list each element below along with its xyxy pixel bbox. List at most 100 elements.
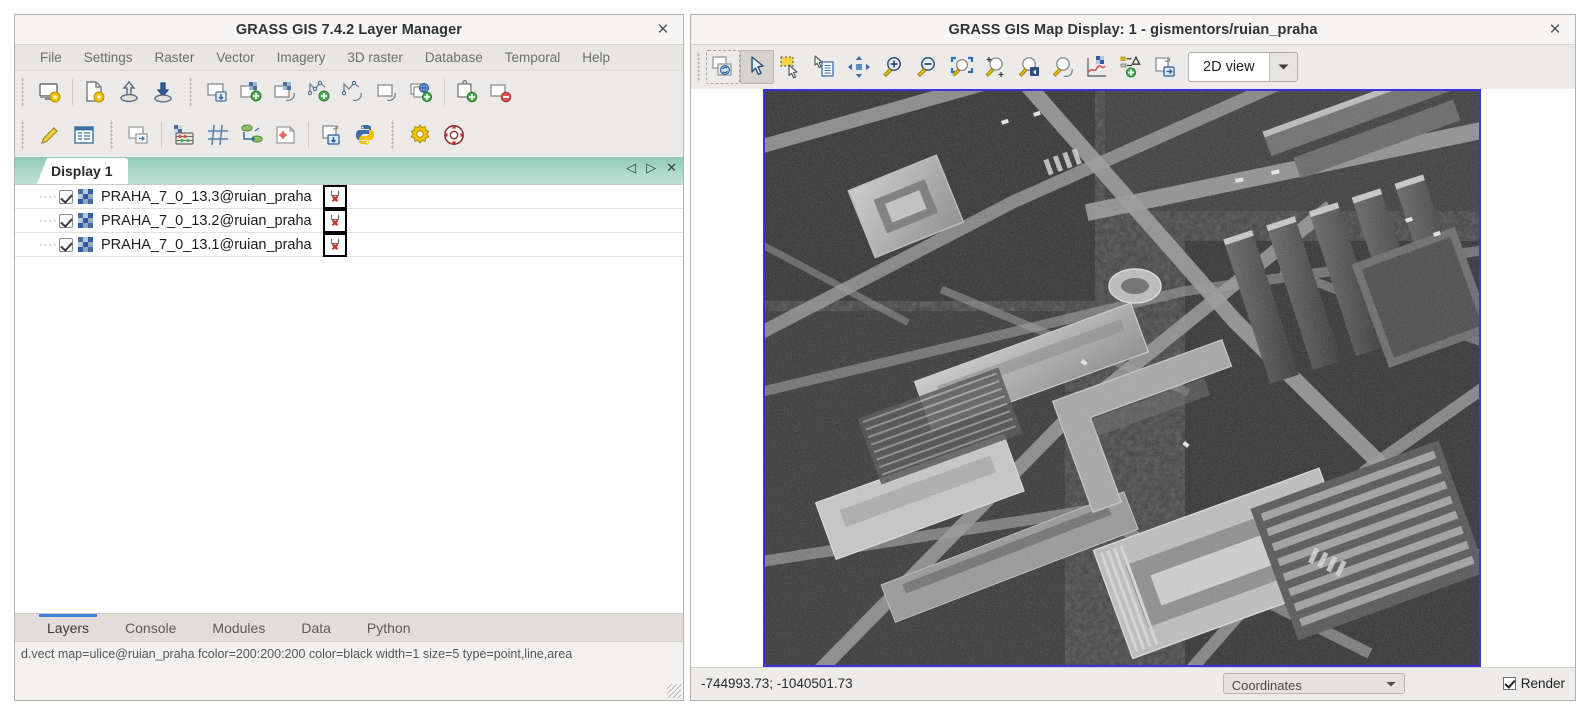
coordinates-readout: -744993.73; -1040501.73 bbox=[701, 676, 853, 691]
table-row[interactable]: ···· PRAHA_7_0_13.1@ruian_praha ✖ bbox=[15, 233, 683, 257]
display-tab-label: Display 1 bbox=[51, 163, 113, 179]
edit-vector-maps-icon[interactable] bbox=[33, 118, 67, 152]
close-icon[interactable]: ✕ bbox=[1545, 20, 1565, 40]
pan-icon[interactable] bbox=[842, 50, 876, 84]
menu-raster[interactable]: Raster bbox=[144, 47, 206, 68]
map-display-statusbar: -744993.73; -1040501.73 Coordinates Rend… bbox=[691, 667, 1575, 699]
layer-visibility-checkbox[interactable] bbox=[59, 213, 73, 228]
render-toggle[interactable]: Render bbox=[1502, 676, 1565, 691]
add-multiple-raster-vector-icon[interactable] bbox=[201, 75, 235, 109]
render-checkbox[interactable] bbox=[1502, 677, 1516, 690]
layer-opacity-cell[interactable]: ✖ bbox=[323, 185, 347, 209]
layer-manager-menubar: File Settings Raster Vector Imagery 3D r… bbox=[15, 45, 683, 71]
chevron-down-icon[interactable] bbox=[1269, 53, 1297, 81]
toolbar-grip-3[interactable] bbox=[19, 120, 28, 150]
add-raster-map-layer-icon[interactable] bbox=[235, 75, 269, 109]
tab-close-icon[interactable]: ✕ bbox=[666, 161, 677, 174]
map-display-titlebar: GRASS GIS Map Display: 1 - gismentors/ru… bbox=[691, 15, 1575, 45]
add-vector-map-layer-icon[interactable] bbox=[303, 75, 337, 109]
menu-temporal[interactable]: Temporal bbox=[494, 47, 572, 68]
layer-name: PRAHA_7_0_13.3@ruian_praha bbox=[101, 188, 312, 205]
show-attribute-table-icon[interactable] bbox=[67, 118, 101, 152]
save-workspace-icon[interactable] bbox=[146, 75, 180, 109]
status-mode-combo[interactable]: Coordinates bbox=[1222, 673, 1405, 694]
layer-opacity-cell[interactable]: ✖ bbox=[323, 209, 347, 233]
layer-tree[interactable]: ···· PRAHA_7_0_13.3@ruian_praha ✖ ···· P… bbox=[15, 185, 683, 613]
tab-layers-label: Layers bbox=[47, 619, 90, 636]
menu-settings[interactable]: Settings bbox=[73, 47, 144, 68]
menu-help[interactable]: Help bbox=[571, 47, 621, 68]
chevron-down-icon[interactable] bbox=[1386, 676, 1396, 691]
launch-script-icon[interactable] bbox=[314, 118, 348, 152]
tab-prev-icon[interactable]: ◁ bbox=[626, 161, 636, 174]
graphical-modeler-icon[interactable] bbox=[235, 118, 269, 152]
render-map-icon[interactable] bbox=[706, 50, 740, 84]
map-display-toolbar: 2D view bbox=[691, 45, 1575, 89]
layer-opacity-cell[interactable]: ✖ bbox=[323, 233, 347, 257]
zoom-out-icon[interactable] bbox=[910, 50, 944, 84]
layer-visibility-checkbox[interactable] bbox=[59, 189, 73, 204]
menu-imagery[interactable]: Imagery bbox=[266, 47, 337, 68]
close-icon[interactable]: ✕ bbox=[653, 20, 673, 40]
orthophoto-raster-image[interactable] bbox=[763, 89, 1481, 667]
open-workspace-icon[interactable] bbox=[78, 75, 112, 109]
query-raster-vector-icon[interactable] bbox=[808, 50, 842, 84]
add-map-elements-icon[interactable] bbox=[1114, 50, 1148, 84]
map-canvas[interactable] bbox=[691, 89, 1575, 667]
add-various-raster-icon[interactable] bbox=[269, 75, 303, 109]
menu-3d-raster[interactable]: 3D raster bbox=[336, 47, 414, 68]
python-shell-icon[interactable] bbox=[348, 118, 382, 152]
toolbar-separator bbox=[72, 79, 73, 105]
pointer-icon[interactable] bbox=[740, 50, 774, 84]
tab-modules[interactable]: Modules bbox=[194, 614, 283, 641]
tree-indent-guide: ···· bbox=[39, 238, 58, 251]
start-new-workspace-icon[interactable] bbox=[33, 75, 67, 109]
layer-visibility-checkbox[interactable] bbox=[59, 237, 73, 252]
add-various-vector-icon[interactable] bbox=[337, 75, 371, 109]
tab-python[interactable]: Python bbox=[349, 614, 429, 641]
menu-database[interactable]: Database bbox=[414, 47, 494, 68]
help-icon[interactable] bbox=[437, 118, 471, 152]
table-row[interactable]: ···· PRAHA_7_0_13.2@ruian_praha ✖ bbox=[15, 209, 683, 233]
tab-layers[interactable]: Layers bbox=[29, 614, 107, 641]
settings-tool-section bbox=[400, 116, 474, 154]
toolbar-grip-4[interactable] bbox=[108, 120, 117, 150]
zoom-back-icon[interactable] bbox=[1012, 50, 1046, 84]
tab-data[interactable]: Data bbox=[283, 614, 349, 641]
raster-map-calculator-icon[interactable] bbox=[167, 118, 201, 152]
zoom-to-selected-map-icon[interactable] bbox=[944, 50, 978, 84]
add-group-icon[interactable] bbox=[371, 75, 405, 109]
tab-next-icon[interactable]: ▷ bbox=[646, 161, 656, 174]
tree-indent-guide: ···· bbox=[39, 190, 58, 203]
add-command-layer-icon[interactable] bbox=[450, 75, 484, 109]
zoom-to-computational-region-icon[interactable] bbox=[978, 50, 1012, 84]
toolbar-separator-2 bbox=[444, 79, 445, 105]
load-workspace-icon[interactable] bbox=[112, 75, 146, 109]
display-tab-1[interactable]: Display 1 bbox=[37, 158, 129, 184]
georectifier-icon[interactable] bbox=[201, 118, 235, 152]
toolbar-grip-2[interactable] bbox=[187, 77, 196, 107]
remove-map-layer-icon[interactable] bbox=[484, 75, 518, 109]
view-mode-value: 2D view bbox=[1189, 53, 1269, 81]
add-web-service-layer-icon[interactable] bbox=[405, 75, 439, 109]
edit-tool-section bbox=[30, 116, 104, 154]
menu-file[interactable]: File bbox=[29, 47, 73, 68]
layer-manager-toolbar-row-2 bbox=[15, 113, 683, 157]
view-mode-combo[interactable]: 2D view bbox=[1188, 52, 1298, 82]
toolbar-separator-3 bbox=[161, 122, 162, 148]
zoom-in-icon[interactable] bbox=[876, 50, 910, 84]
menu-vector[interactable]: Vector bbox=[205, 47, 265, 68]
table-row[interactable]: ···· PRAHA_7_0_13.3@ruian_praha ✖ bbox=[15, 185, 683, 209]
zoom-to-saved-region-icon[interactable] bbox=[1046, 50, 1080, 84]
map-toolbar-grip[interactable] bbox=[695, 52, 704, 82]
toolbar-grip-5[interactable] bbox=[389, 120, 398, 150]
save-display-to-file-icon[interactable] bbox=[1148, 50, 1182, 84]
layer-name: PRAHA_7_0_13.2@ruian_praha bbox=[101, 212, 312, 229]
gui-settings-icon[interactable] bbox=[403, 118, 437, 152]
toolbar-grip[interactable] bbox=[19, 77, 28, 107]
analyze-map-icon[interactable] bbox=[1080, 50, 1114, 84]
tab-console[interactable]: Console bbox=[107, 614, 194, 641]
cartographic-composer-icon[interactable] bbox=[269, 118, 303, 152]
select-features-icon[interactable] bbox=[774, 50, 808, 84]
add-raster-legend-icon[interactable] bbox=[122, 118, 156, 152]
